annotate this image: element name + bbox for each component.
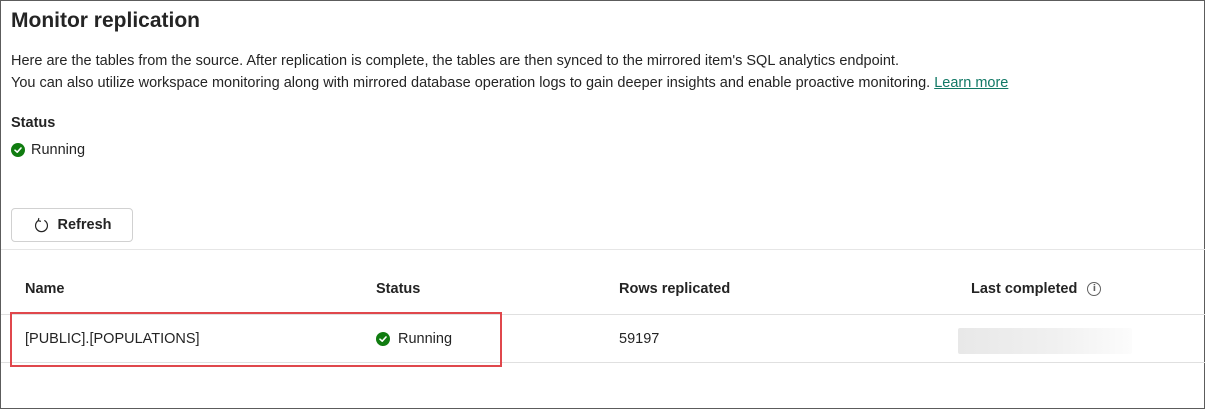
refresh-icon — [33, 217, 50, 234]
column-header-rows-label: Rows replicated — [619, 281, 731, 297]
column-header-last-completed[interactable]: Last completed i — [971, 281, 1102, 297]
column-header-last-completed-label: Last completed — [971, 281, 1078, 297]
page-description: Here are the tables from the source. Aft… — [11, 50, 1008, 94]
description-line-2: You can also utilize workspace monitorin… — [11, 72, 1008, 94]
monitor-replication-panel: Monitor replication Here are the tables … — [0, 0, 1205, 409]
toolbar-divider — [1, 249, 1205, 250]
highlight-annotation-box — [10, 312, 502, 367]
refresh-button[interactable]: Refresh — [11, 208, 133, 242]
column-header-name[interactable]: Name — [25, 281, 65, 297]
table-header: Name Status Rows replicated Last complet… — [1, 269, 1205, 315]
column-header-rows-replicated[interactable]: Rows replicated — [619, 281, 730, 297]
status-indicator: Running — [11, 142, 85, 158]
description-line-1: Here are the tables from the source. Aft… — [11, 53, 899, 69]
page-title: Monitor replication — [11, 9, 200, 32]
learn-more-link[interactable]: Learn more — [934, 75, 1008, 91]
column-header-status[interactable]: Status — [376, 281, 420, 297]
description-line-2-text: You can also utilize workspace monitorin… — [11, 75, 931, 91]
info-icon[interactable]: i — [1087, 282, 1102, 296]
refresh-label: Refresh — [57, 217, 112, 233]
redacted-last-completed — [958, 328, 1132, 354]
row-rows-replicated: 59197 — [619, 331, 660, 347]
column-header-status-label: Status — [376, 281, 421, 297]
status-label: Status — [11, 115, 56, 131]
check-circle-icon — [11, 143, 25, 157]
column-header-name-label: Name — [25, 281, 65, 297]
status-value: Running — [31, 142, 86, 158]
